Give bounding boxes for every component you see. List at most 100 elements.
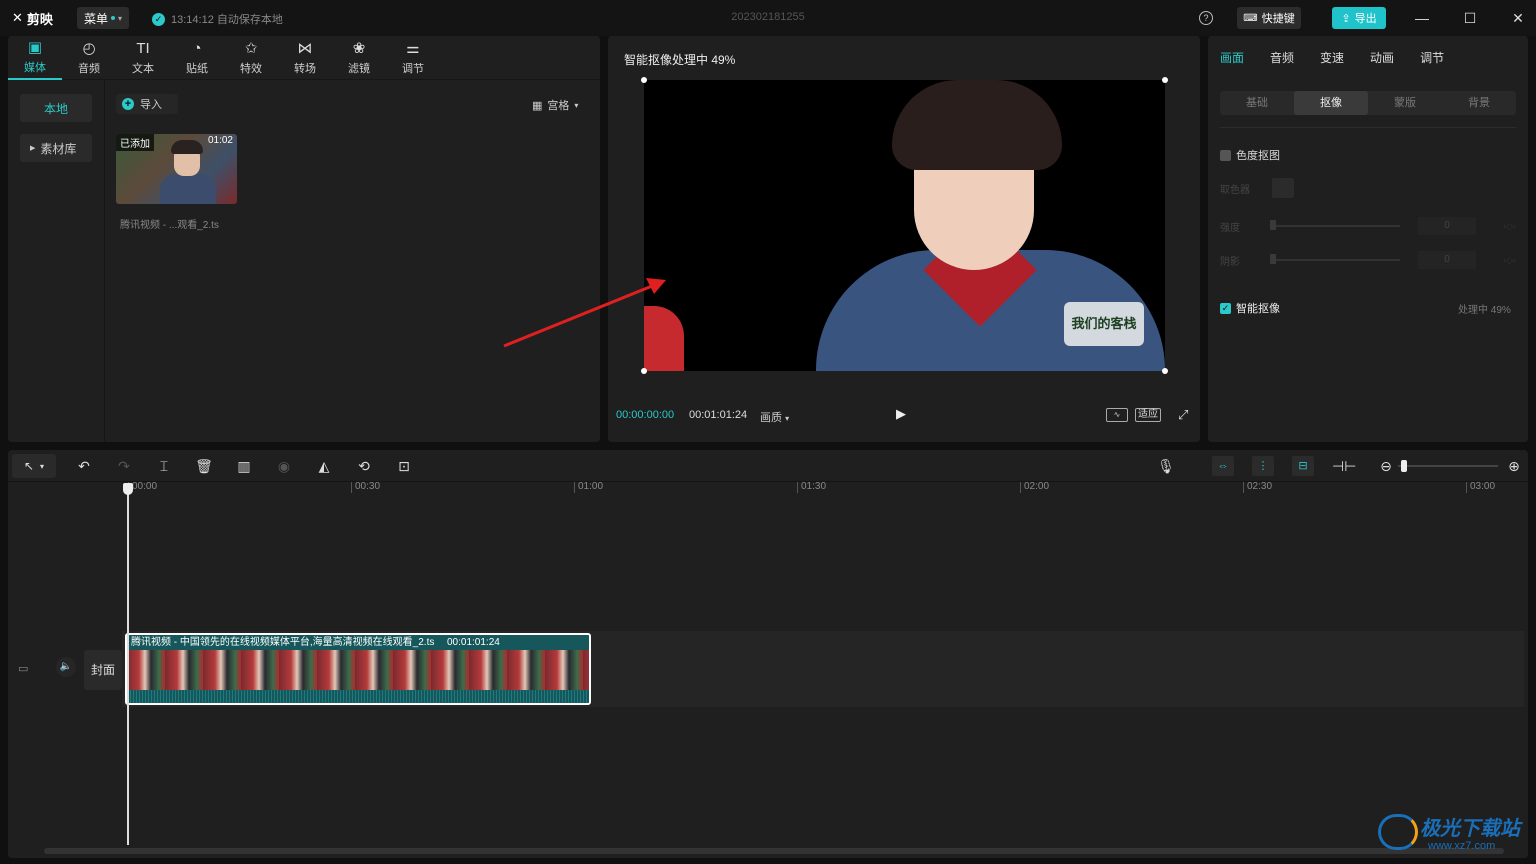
processing-status: 智能抠像处理中 49%: [624, 53, 736, 67]
fit-ratio-button[interactable]: 适应: [1135, 408, 1161, 422]
tab-label: 音频: [78, 63, 100, 75]
export-button[interactable]: ⇪ 导出: [1332, 7, 1386, 29]
tab-filter[interactable]: ❀ 滤镜: [332, 36, 386, 80]
resize-handle[interactable]: [641, 77, 647, 83]
media-sidebar: 本地 ▶ 素材库: [8, 80, 105, 442]
preview-axis-icon[interactable]: ⊣⊢: [1332, 456, 1356, 476]
sidebar-item-library[interactable]: ▶ 素材库: [20, 134, 92, 162]
tab-transition[interactable]: ⋈ 转场: [278, 36, 332, 80]
resize-handle[interactable]: [641, 368, 647, 374]
color-picker-label: 取色器: [1220, 184, 1250, 196]
keyframe-icon[interactable]: ‹◇›: [1503, 221, 1516, 232]
tab-speed[interactable]: 变速: [1320, 49, 1344, 66]
chroma-key-option[interactable]: 色度抠图: [1220, 147, 1280, 163]
zoom-out-icon[interactable]: ⊖: [1376, 456, 1396, 476]
tab-adjust[interactable]: 调节: [1420, 49, 1444, 66]
waveform-icon[interactable]: ∿: [1106, 408, 1128, 422]
divider: [1220, 127, 1516, 128]
time-ruler[interactable]: 00:00 00:30 01:00 01:30 02:00 02:30 03:0…: [8, 482, 1528, 498]
rotate-icon[interactable]: ⟲: [354, 456, 374, 476]
intensity-slider[interactable]: [1270, 225, 1400, 227]
quality-dropdown[interactable]: 画质 ▾: [760, 409, 789, 425]
checkbox-checked[interactable]: ✓: [1220, 302, 1231, 314]
import-button[interactable]: + 导入: [116, 94, 178, 114]
sidebar-item-local[interactable]: 本地: [20, 94, 92, 122]
subtab-basic[interactable]: 基础: [1220, 91, 1294, 115]
intensity-label: 强度: [1220, 222, 1240, 234]
tab-label: 贴纸: [186, 63, 208, 75]
mirror-icon[interactable]: ◭: [314, 456, 334, 476]
media-clip-thumbnail[interactable]: 已添加 01:02: [116, 134, 237, 204]
intensity-value[interactable]: 0: [1418, 217, 1476, 235]
preview-show-badge: 我们的客栈: [1064, 302, 1144, 346]
tab-effects[interactable]: ✩ 特效: [224, 36, 278, 80]
freeze-frame-icon[interactable]: ▥: [234, 456, 254, 476]
zoom-slider-knob[interactable]: [1401, 460, 1407, 472]
tab-text[interactable]: TI 文本: [116, 36, 170, 80]
play-icon[interactable]: ▶: [896, 406, 912, 424]
playhead[interactable]: [127, 483, 129, 845]
tab-picture[interactable]: 画面: [1220, 49, 1244, 66]
resize-handle[interactable]: [1162, 77, 1168, 83]
inspector-tabs: 画面 音频 变速 动画 调节: [1220, 49, 1444, 66]
delete-icon[interactable]: 🗑: [194, 456, 214, 476]
chevron-down-icon: ▾: [118, 13, 123, 23]
undo-icon[interactable]: ↶: [74, 456, 94, 476]
shortcut-button[interactable]: ⌨ 快捷键: [1237, 7, 1301, 29]
main-track-magnet-icon[interactable]: ⇔: [1212, 456, 1234, 476]
current-timecode: 00:00:00:00: [616, 409, 675, 421]
subtab-matting[interactable]: 抠像: [1294, 91, 1368, 115]
fullscreen-icon[interactable]: ⤢: [1178, 407, 1188, 423]
track-visibility-icon[interactable]: ▭: [18, 662, 28, 675]
cursor-icon: ↖: [23, 459, 35, 473]
resize-handle[interactable]: [1162, 368, 1168, 374]
shadow-slider[interactable]: [1270, 259, 1400, 261]
video-preview[interactable]: 我们的客栈: [644, 80, 1165, 371]
zoom-slider[interactable]: [1398, 465, 1498, 467]
intensity-row: 强度 0 ‹◇›: [1220, 216, 1516, 236]
intensity-slider-knob[interactable]: [1270, 220, 1276, 230]
sticker-icon: ◔: [192, 40, 202, 57]
color-picker-swatch[interactable]: [1272, 178, 1294, 198]
chroma-key-label: 色度抠图: [1236, 150, 1280, 162]
redo-icon[interactable]: ↷: [114, 456, 134, 476]
subtab-mask[interactable]: 蒙版: [1368, 91, 1442, 115]
microphone-icon[interactable]: 🎙: [1156, 456, 1176, 476]
crop-icon[interactable]: ⊡: [394, 456, 414, 476]
view-mode-toggle[interactable]: ▦ 宫格 ▾: [532, 97, 578, 113]
adjust-icon: ⚌: [406, 40, 420, 57]
ruler-tick: 02:00: [1020, 482, 1049, 493]
play-circle-icon[interactable]: ◉: [274, 456, 294, 476]
menu-button[interactable]: 菜单 ▾: [77, 7, 129, 29]
ruler-tick: 01:30: [797, 482, 826, 493]
linkage-icon[interactable]: ⊟: [1292, 456, 1314, 476]
clip-filmstrip: [127, 650, 589, 690]
keyframe-icon[interactable]: ‹◇›: [1503, 255, 1516, 266]
tab-media[interactable]: ▣ 媒体: [8, 36, 62, 80]
playhead-handle[interactable]: [123, 483, 133, 495]
watermark-url: www.xz7.com: [1428, 840, 1496, 852]
smart-matting-option[interactable]: ✓ 智能抠像: [1220, 300, 1280, 316]
shadow-value[interactable]: 0: [1418, 251, 1476, 269]
tab-sticker[interactable]: ◔ 贴纸: [170, 36, 224, 80]
timeline-clip[interactable]: 腾讯视频 - 中国领先的在线视频媒体平台,海量高清视频在线观看_2.ts 00:…: [125, 633, 591, 705]
tab-audio[interactable]: ◴ 音频: [62, 36, 116, 80]
track-mute-icon[interactable]: 🔈: [56, 657, 76, 677]
tab-audio[interactable]: 音频: [1270, 49, 1294, 66]
zoom-in-icon[interactable]: ⊕: [1504, 456, 1524, 476]
horizontal-scrollbar[interactable]: [44, 848, 1504, 854]
tab-adjust[interactable]: ⚌ 调节: [386, 36, 440, 80]
auto-snap-icon[interactable]: ⋮: [1252, 456, 1274, 476]
cover-button[interactable]: 封面: [84, 650, 122, 690]
help-icon[interactable]: ?: [1199, 11, 1213, 25]
maximize-icon[interactable]: ☐: [1460, 8, 1480, 28]
select-tool[interactable]: ↖ ▾: [12, 454, 56, 478]
close-icon[interactable]: ✕: [1508, 8, 1528, 28]
subtab-background[interactable]: 背景: [1442, 91, 1516, 115]
shadow-slider-knob[interactable]: [1270, 254, 1276, 264]
import-label: 导入: [140, 99, 162, 111]
tab-animation[interactable]: 动画: [1370, 49, 1394, 66]
minimize-icon[interactable]: —: [1412, 8, 1432, 28]
checkbox-unchecked[interactable]: [1220, 149, 1231, 161]
split-icon[interactable]: ⌶: [154, 456, 174, 476]
